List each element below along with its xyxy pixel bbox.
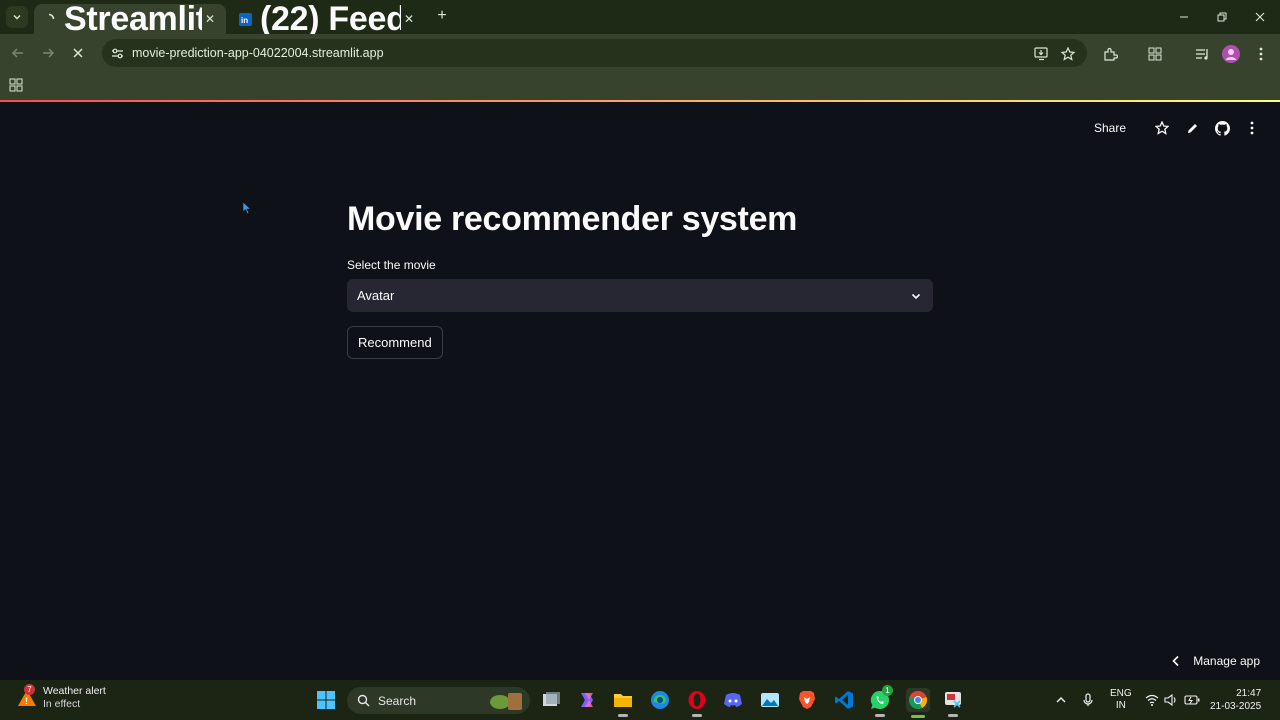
whatsapp-icon[interactable]: 1 xyxy=(869,685,893,717)
copilot-icon[interactable] xyxy=(576,689,598,711)
file-explorer-icon[interactable] xyxy=(612,689,634,717)
browser-tab-strip: Streamlit ✕ in (22) Feed | LinkedIn ✕ + xyxy=(0,0,1280,38)
page-title: Movie recommender system xyxy=(347,200,798,238)
microphone-icon[interactable] xyxy=(1082,680,1094,720)
running-indicator xyxy=(948,714,958,717)
back-button[interactable] xyxy=(8,43,28,63)
clock-date: 21-03-2025 xyxy=(1210,701,1262,712)
edge-icon[interactable] xyxy=(649,689,671,711)
tab-search-button[interactable] xyxy=(6,6,28,28)
weather-title: Weather alert xyxy=(43,685,106,697)
volume-icon[interactable] xyxy=(1164,680,1178,720)
loading-spinner-icon xyxy=(42,12,56,26)
github-icon[interactable] xyxy=(1214,120,1230,136)
site-settings-icon[interactable] xyxy=(110,46,124,60)
bookmark-star-icon[interactable] xyxy=(1060,46,1076,62)
discord-icon[interactable] xyxy=(722,689,744,711)
stop-loading-button[interactable] xyxy=(68,43,88,63)
address-bar[interactable]: movie-prediction-app-04022004.streamlit.… xyxy=(102,39,1087,67)
wifi-icon[interactable] xyxy=(1145,680,1159,720)
main-content: Movie recommender system Select the movi… xyxy=(347,198,933,359)
running-indicator xyxy=(618,714,628,717)
system-clock[interactable]: 21:47 21-03-2025 xyxy=(1210,680,1261,720)
running-indicator xyxy=(911,715,925,718)
chevron-down-icon xyxy=(13,15,21,20)
arrow-left-icon xyxy=(11,48,23,58)
main-menu-icon[interactable] xyxy=(1244,120,1260,136)
taskbar-search[interactable]: Search xyxy=(347,687,530,714)
chevron-left-icon xyxy=(1169,654,1183,668)
media-control-icon[interactable] xyxy=(1193,45,1211,63)
movie-select-value[interactable]: Avatar xyxy=(357,288,909,303)
brave-icon[interactable] xyxy=(796,689,818,711)
running-indicator xyxy=(875,714,885,717)
task-view-icon[interactable] xyxy=(540,689,562,711)
close-icon xyxy=(1255,12,1265,22)
windows-taskbar: ! 7 Weather alert In effect Search 1 ENG… xyxy=(0,680,1280,720)
language-line1: ENG xyxy=(1110,688,1132,699)
svg-text:in: in xyxy=(241,16,248,25)
photos-icon[interactable] xyxy=(759,689,781,711)
minimize-button[interactable] xyxy=(1165,0,1203,34)
decoration-bar xyxy=(0,100,1280,102)
extensions-icon[interactable] xyxy=(1101,45,1119,63)
url-text[interactable]: movie-prediction-app-04022004.streamlit.… xyxy=(132,46,1087,60)
tab-linkedin[interactable]: in (22) Feed | LinkedIn ✕ xyxy=(230,0,425,38)
linkedin-icon: in xyxy=(238,12,252,26)
clock-time: 21:47 xyxy=(1236,688,1262,699)
movie-select[interactable]: Avatar xyxy=(347,279,933,312)
profile-avatar[interactable] xyxy=(1222,45,1240,63)
tab-groups-icon[interactable] xyxy=(1146,45,1164,63)
bookmarks-bar xyxy=(0,72,1280,100)
close-icon xyxy=(73,48,83,58)
opera-icon[interactable] xyxy=(686,689,708,717)
close-tab-icon[interactable]: ✕ xyxy=(202,11,218,27)
select-label: Select the movie xyxy=(347,258,436,272)
weather-alert-icon: ! 7 xyxy=(16,684,38,709)
minimize-icon xyxy=(1180,16,1188,18)
weather-badge: 7 xyxy=(24,684,35,695)
new-tab-button[interactable]: + xyxy=(433,7,451,25)
star-icon[interactable] xyxy=(1154,120,1170,136)
show-hidden-icons[interactable] xyxy=(1055,680,1067,720)
vscode-icon[interactable] xyxy=(833,689,855,711)
manage-app-button[interactable]: Manage app xyxy=(1169,654,1260,668)
snipping-tool-icon[interactable] xyxy=(942,689,964,717)
chevron-up-icon xyxy=(1056,697,1066,703)
app-header-actions: Share xyxy=(1094,120,1260,136)
arrow-right-icon xyxy=(43,48,55,58)
weather-subtitle: In effect xyxy=(43,698,81,710)
share-button[interactable]: Share xyxy=(1094,121,1126,135)
restore-icon xyxy=(1217,12,1227,22)
language-indicator[interactable]: ENG IN xyxy=(1110,680,1132,720)
edit-pencil-icon[interactable] xyxy=(1184,120,1200,136)
search-icon xyxy=(357,694,370,707)
language-line2: IN xyxy=(1115,700,1126,711)
browser-menu-icon[interactable] xyxy=(1252,45,1270,63)
forward-button[interactable] xyxy=(38,43,58,63)
streamlit-app: Share Movie recommender system Select th… xyxy=(0,100,1280,680)
windows-start-icon[interactable] xyxy=(315,689,337,711)
chrome-icon[interactable] xyxy=(906,688,930,718)
browser-toolbar: movie-prediction-app-04022004.streamlit.… xyxy=(0,34,1280,72)
svg-text:!: ! xyxy=(25,696,28,706)
close-tab-icon[interactable]: ✕ xyxy=(401,11,417,27)
tab-streamlit[interactable]: Streamlit ✕ xyxy=(34,0,226,38)
install-app-icon[interactable] xyxy=(1033,46,1049,62)
search-highlight-icon xyxy=(490,693,522,710)
whatsapp-badge: 1 xyxy=(882,685,893,696)
battery-icon[interactable] xyxy=(1184,680,1200,720)
recommend-button[interactable]: Recommend xyxy=(347,326,443,359)
close-window-button[interactable] xyxy=(1241,0,1279,34)
running-indicator xyxy=(692,714,702,717)
apps-grid-icon[interactable] xyxy=(9,78,23,92)
chevron-down-icon[interactable] xyxy=(909,289,923,303)
weather-widget[interactable]: ! 7 Weather alert In effect xyxy=(16,684,106,711)
manage-app-label: Manage app xyxy=(1193,654,1260,668)
mouse-cursor-icon xyxy=(242,201,252,215)
search-label: Search xyxy=(378,693,417,708)
restore-button[interactable] xyxy=(1203,0,1241,34)
